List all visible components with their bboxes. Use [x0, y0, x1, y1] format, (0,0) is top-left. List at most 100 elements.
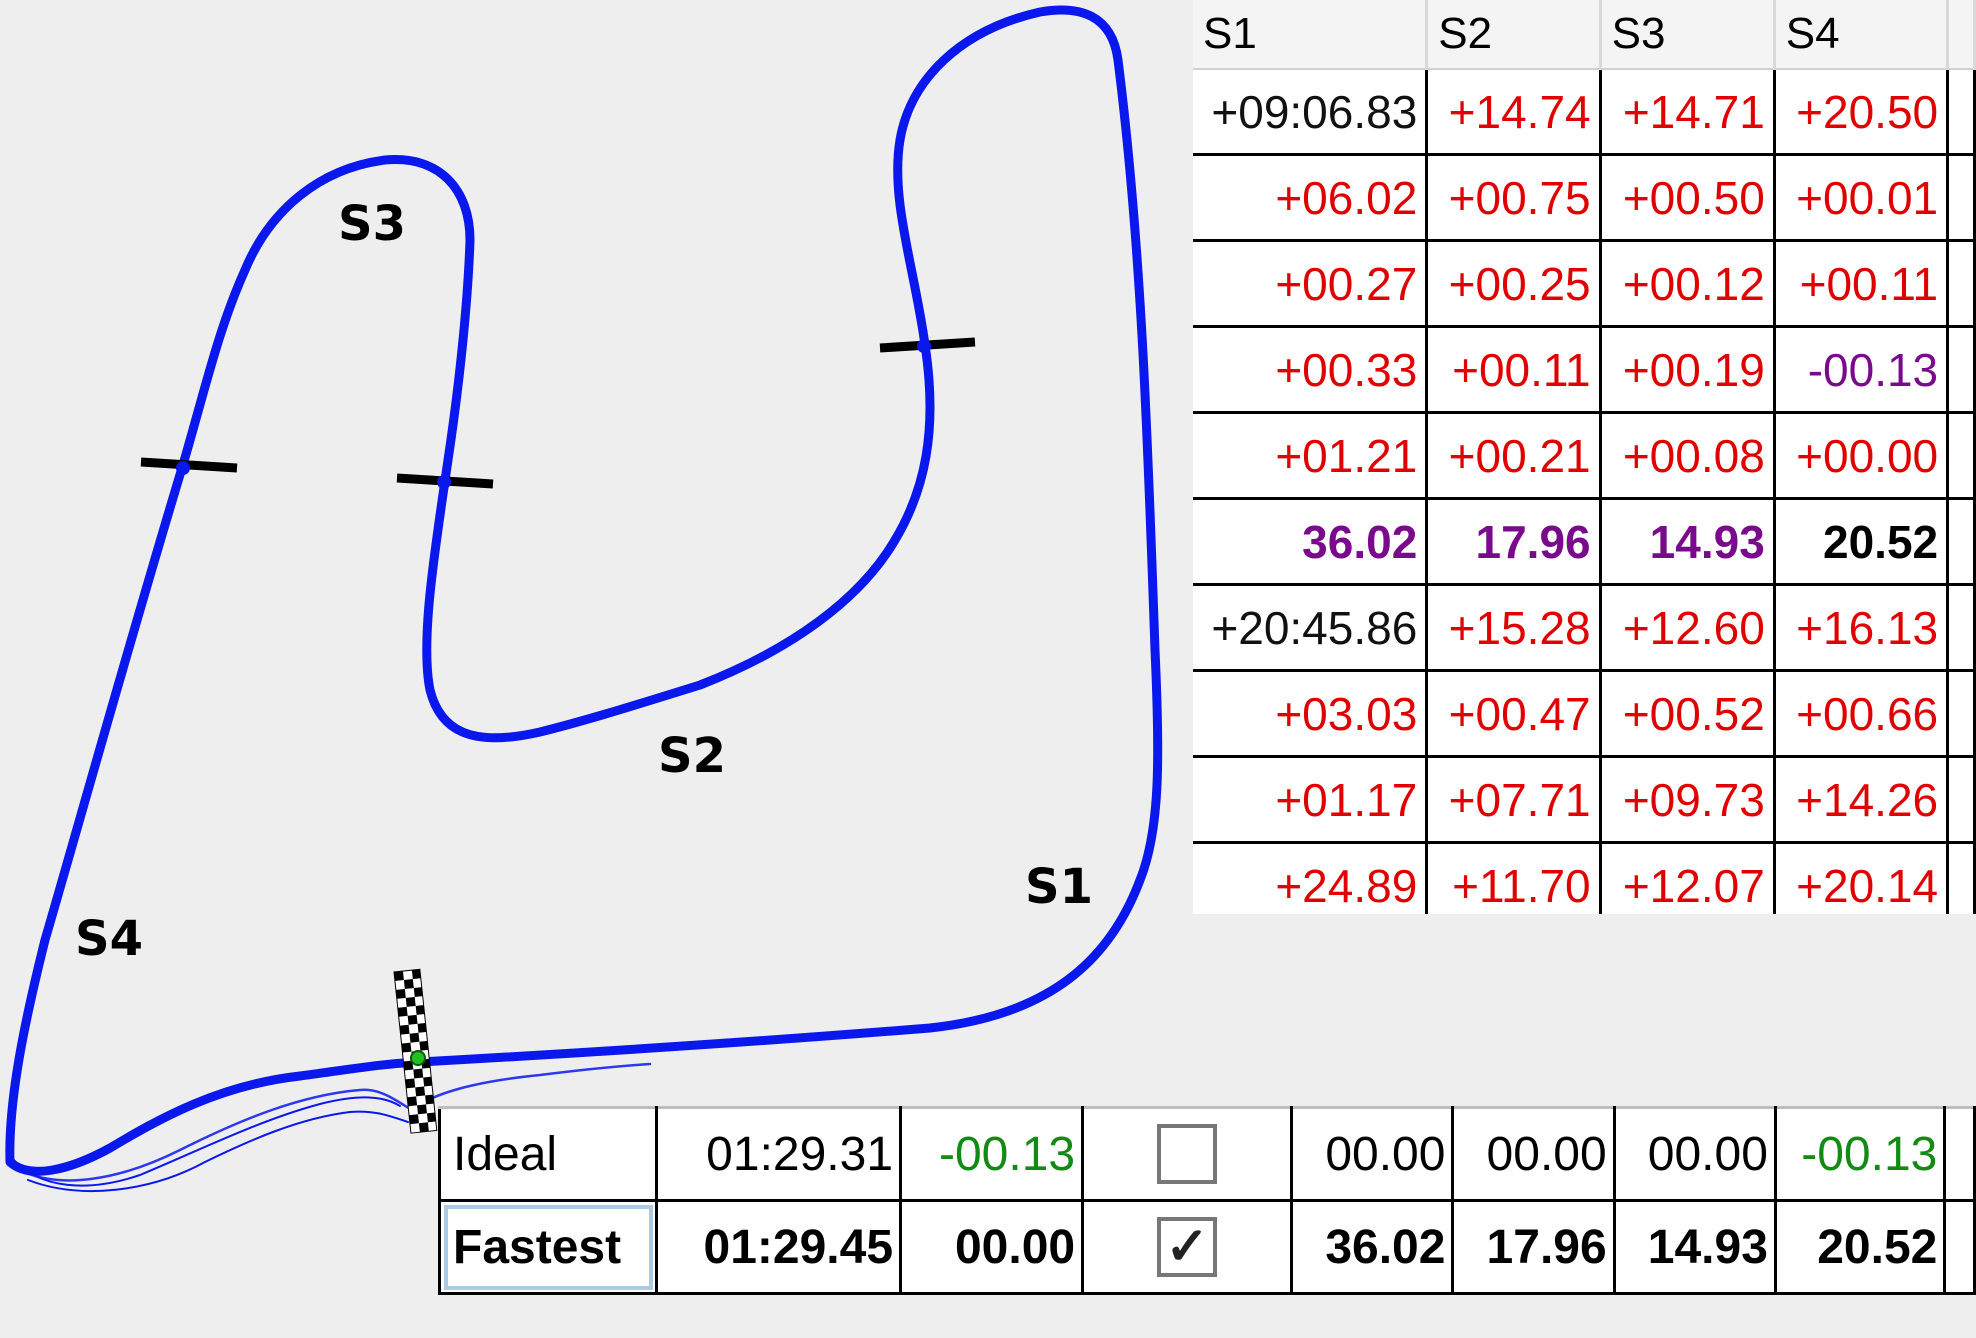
- column-header-s3[interactable]: S3: [1600, 0, 1776, 70]
- sector-cell-s3: +12.60: [1600, 584, 1776, 672]
- sector-cell-s4: +00.01: [1774, 154, 1950, 242]
- summary-delta-fastest: 00.00: [899, 1199, 1085, 1295]
- sector-table-row[interactable]: +01.17 +07.71 +09.73 +14.26: [1193, 756, 1976, 844]
- sector-cell-s1: +20:45.86: [1193, 584, 1429, 672]
- summary-s2-ideal: 00.00: [1451, 1106, 1616, 1202]
- sector-cell-s1: +06.02: [1193, 154, 1429, 242]
- column-header-extra: [1947, 0, 1976, 70]
- sector-table-row[interactable]: +00.27 +00.25 +00.12 +00.11: [1193, 240, 1976, 328]
- summary-s1-ideal: 00.00: [1290, 1106, 1455, 1202]
- sector-cell-extra: [1947, 498, 1976, 586]
- summary-table: Ideal 01:29.31 -00.13 00.00 00.00 00.00 …: [438, 1106, 1976, 1295]
- sector-times-table: S1 S2 S3 S4 +09:06.83 +14.74 +14.71 +20.50 +…: [1193, 0, 1976, 914]
- track-main-line: [5, 5, 1163, 1176]
- sector-table-row[interactable]: +06.02 +00.75 +00.50 +00.01: [1193, 154, 1976, 242]
- summary-row-ideal[interactable]: Ideal 01:29.31 -00.13 00.00 00.00 00.00 …: [438, 1106, 1976, 1202]
- sector-cell-s1: 36.02: [1193, 498, 1429, 586]
- sector-table-row[interactable]: +09:06.83 +14.74 +14.71 +20.50: [1193, 69, 1976, 156]
- sector-cell-extra: [1947, 670, 1976, 758]
- sector-cell-s4: +20.14: [1774, 842, 1950, 914]
- sector-cell-extra: [1947, 154, 1976, 242]
- summary-row-fastest[interactable]: Fastest 01:29.45 00.00 ✓ 36.02 17.96 14.…: [438, 1199, 1976, 1295]
- sector-cell-s1: +24.89: [1193, 842, 1429, 914]
- sector-cell-s4: +14.26: [1774, 756, 1950, 844]
- summary-extra-ideal: [1943, 1106, 1976, 1202]
- sector-cell-s1: +01.17: [1193, 756, 1429, 844]
- sector-cell-s2: +07.71: [1426, 756, 1602, 844]
- sector-table-row[interactable]: +24.89 +11.70 +12.07 +20.14: [1193, 842, 1976, 914]
- sector-table-row[interactable]: +20:45.86 +15.28 +12.60 +16.13: [1193, 584, 1976, 672]
- summary-s1-fastest: 36.02: [1290, 1199, 1455, 1295]
- column-header-s4[interactable]: S4: [1774, 0, 1950, 70]
- sector-cell-s3: +00.50: [1600, 154, 1776, 242]
- sector-cell-s4: +00.66: [1774, 670, 1950, 758]
- summary-s4-ideal: -00.13: [1773, 1106, 1947, 1202]
- sector-table-header: S1 S2 S3 S4: [1193, 0, 1976, 70]
- sector-cell-s4: -00.13: [1774, 326, 1950, 414]
- summary-time-fastest: 01:29.45: [655, 1199, 903, 1295]
- sector-table-row[interactable]: +00.33 +00.11 +00.19 -00.13: [1193, 326, 1976, 414]
- sector-label-s2: S2: [658, 728, 726, 784]
- sector-cell-s2: +15.28: [1426, 584, 1602, 672]
- sector-times-panel[interactable]: S1 S2 S3 S4 +09:06.83 +14.74 +14.71 +20.50 +…: [1193, 0, 1976, 914]
- summary-name-ideal: Ideal: [438, 1106, 659, 1202]
- summary-check-cell-fastest: ✓: [1081, 1199, 1294, 1295]
- split-dot-3: [176, 461, 190, 475]
- sector-label-s3: S3: [338, 196, 406, 252]
- summary-panel[interactable]: Ideal 01:29.31 -00.13 00.00 00.00 00.00 …: [438, 1106, 1976, 1302]
- sector-cell-s2: +00.21: [1426, 412, 1602, 500]
- sector-cell-extra: [1947, 756, 1976, 844]
- sector-cell-s4: +16.13: [1774, 584, 1950, 672]
- sector-cell-s2: +00.11: [1426, 326, 1602, 414]
- sector-table-row[interactable]: +03.03 +00.47 +00.52 +00.66: [1193, 670, 1976, 758]
- current-position-dot: [410, 1050, 426, 1066]
- sector-cell-s3: +00.52: [1600, 670, 1776, 758]
- sector-cell-s1: +09:06.83: [1193, 69, 1429, 156]
- sector-cell-s1: +01.21: [1193, 412, 1429, 500]
- summary-s3-ideal: 00.00: [1612, 1106, 1777, 1202]
- sector-cell-extra: [1947, 412, 1976, 500]
- column-header-s1[interactable]: S1: [1193, 0, 1429, 70]
- summary-check-cell-ideal: [1081, 1106, 1294, 1202]
- sector-table-row[interactable]: 36.02 17.96 14.93 20.52: [1193, 498, 1976, 586]
- column-header-s2[interactable]: S2: [1426, 0, 1602, 70]
- sector-cell-s3: 14.93: [1600, 498, 1776, 586]
- sector-cell-s2: +14.74: [1426, 69, 1602, 156]
- sector-table-row[interactable]: +01.21 +00.21 +00.08 +00.00: [1193, 412, 1976, 500]
- sector-cell-s1: +00.27: [1193, 240, 1429, 328]
- sector-cell-s3: +00.08: [1600, 412, 1776, 500]
- ideal-checkbox[interactable]: [1157, 1124, 1218, 1185]
- sector-cell-s4: 20.52: [1774, 498, 1950, 586]
- sector-cell-s4: +20.50: [1774, 69, 1950, 156]
- sector-cell-s4: +00.00: [1774, 412, 1950, 500]
- sector-cell-s2: +00.25: [1426, 240, 1602, 328]
- summary-extra-fastest: [1943, 1199, 1976, 1295]
- summary-name-fastest[interactable]: Fastest: [438, 1199, 659, 1295]
- sector-cell-s2: +11.70: [1426, 842, 1602, 914]
- split-dot-1: [917, 339, 931, 353]
- sector-cell-s1: +00.33: [1193, 326, 1429, 414]
- sector-cell-s3: +00.12: [1600, 240, 1776, 328]
- sector-cell-s2: +00.75: [1426, 154, 1602, 242]
- sector-cell-s2: 17.96: [1426, 498, 1602, 586]
- sector-cell-s1: +03.03: [1193, 670, 1429, 758]
- summary-delta-ideal: -00.13: [899, 1106, 1085, 1202]
- track-racing-line: [5, 5, 1163, 1192]
- fastest-checkbox[interactable]: ✓: [1157, 1217, 1218, 1278]
- sector-cell-extra: [1947, 584, 1976, 672]
- sector-label-s1: S1: [1025, 859, 1093, 915]
- sector-cell-extra: [1947, 842, 1976, 914]
- sector-cell-extra: [1947, 326, 1976, 414]
- sector-cell-s3: +09.73: [1600, 756, 1776, 844]
- sector-cell-extra: [1947, 240, 1976, 328]
- sector-cell-s3: +00.19: [1600, 326, 1776, 414]
- sector-cell-extra: [1947, 69, 1976, 156]
- sector-cell-s3: +14.71: [1600, 69, 1776, 156]
- summary-time-ideal: 01:29.31: [655, 1106, 903, 1202]
- sector-cell-s4: +00.11: [1774, 240, 1950, 328]
- split-dot-2: [437, 475, 451, 489]
- sector-cell-s3: +12.07: [1600, 842, 1776, 914]
- summary-s4-fastest: 20.52: [1773, 1199, 1947, 1295]
- check-icon: ✓: [1165, 1218, 1209, 1277]
- summary-s2-fastest: 17.96: [1451, 1199, 1616, 1295]
